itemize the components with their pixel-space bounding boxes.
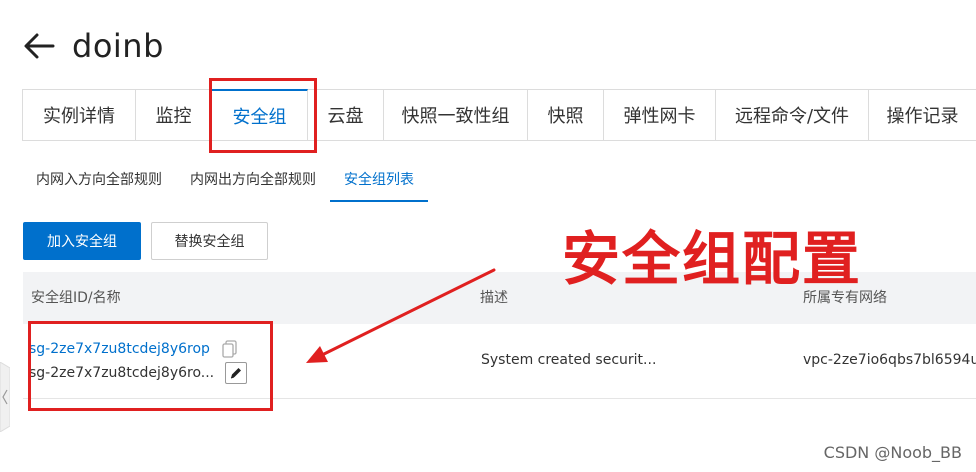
add-security-group-button[interactable]: 加入安全组 (23, 222, 141, 260)
table-row: sg-2ze7x7zu8tcdej8y6rop sg-2ze7x7zu8tcde… (23, 324, 976, 399)
edit-pencil-icon[interactable] (224, 362, 247, 384)
subtab-outbound-rules[interactable]: 内网出方向全部规则 (176, 160, 330, 200)
tab-operation-log[interactable]: 操作记录 (869, 90, 976, 140)
back-arrow-icon[interactable] (22, 29, 56, 63)
copy-icon[interactable] (220, 339, 240, 359)
tab-security-group[interactable]: 安全组 (212, 89, 308, 140)
security-group-name: sg-2ze7x7zu8tcdej8y6ro... (29, 365, 215, 381)
tab-cloud-disk[interactable]: 云盘 (308, 90, 384, 140)
tab-monitoring[interactable]: 监控 (136, 90, 212, 140)
tab-remote-commands[interactable]: 远程命令/文件 (716, 90, 869, 140)
column-header-description: 描述 (480, 290, 508, 306)
security-group-id-cell: sg-2ze7x7zu8tcdej8y6rop (29, 339, 240, 359)
subtab-security-group-list[interactable]: 安全组列表 (330, 160, 428, 202)
description-cell: System created securit... (481, 352, 657, 368)
replace-security-group-button[interactable]: 替换安全组 (151, 222, 268, 260)
security-group-name-cell: sg-2ze7x7zu8tcdej8y6ro... (29, 362, 247, 384)
tab-instance-details[interactable]: 实例详情 (23, 90, 136, 140)
annotation-text: 安全组配置 (562, 225, 863, 293)
vpc-cell: vpc-2ze7io6qbs7bl6594ua (803, 352, 976, 368)
tab-snapshot[interactable]: 快照 (528, 90, 604, 140)
sub-tabs: 内网入方向全部规则 内网出方向全部规则 安全组列表 (22, 160, 428, 202)
main-tabs: 实例详情 监控 安全组 云盘 快照一致性组 快照 弹性网卡 远程命令/文件 操作… (22, 89, 976, 141)
tab-snapshot-consistency-group[interactable]: 快照一致性组 (384, 90, 528, 140)
page-header: doinb (22, 24, 164, 68)
security-group-id-link[interactable]: sg-2ze7x7zu8tcdej8y6rop (29, 341, 210, 357)
page-title: doinb (72, 27, 164, 65)
subtab-inbound-rules[interactable]: 内网入方向全部规则 (22, 160, 176, 200)
watermark: CSDN @Noob_BB (823, 443, 962, 462)
tab-elastic-nic[interactable]: 弹性网卡 (604, 90, 716, 140)
collapse-handle-icon[interactable] (0, 361, 11, 433)
column-header-id-name: 安全组ID/名称 (31, 290, 121, 306)
